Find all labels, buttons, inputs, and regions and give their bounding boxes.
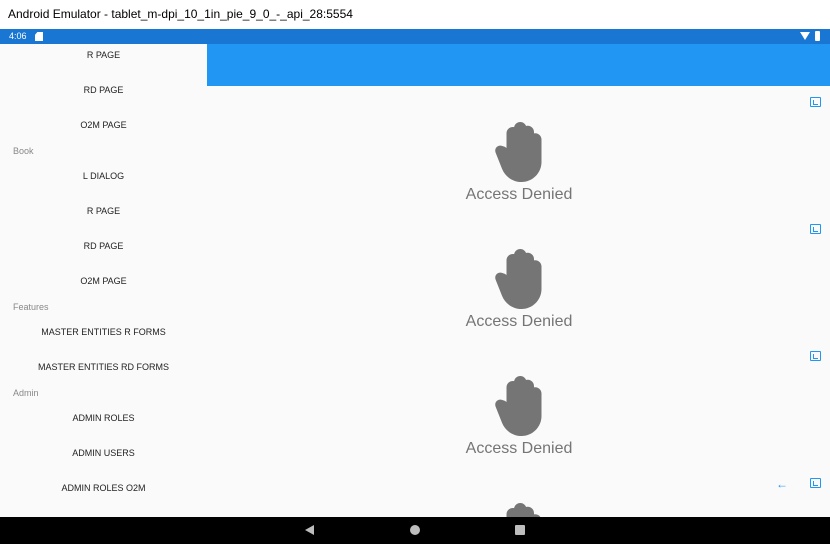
wifi-icon	[800, 32, 810, 40]
drawer-item-admin-users[interactable]: ADMIN USERS	[0, 448, 207, 468]
status-time: 4:06	[9, 31, 27, 41]
open-in-panel-icon[interactable]	[810, 478, 821, 488]
arrow-left-icon[interactable]: ←	[776, 477, 788, 491]
drawer-header-features: Features	[13, 302, 49, 312]
drawer-header-admin: Admin	[13, 388, 39, 398]
nav-back-icon[interactable]	[305, 525, 314, 535]
navigation-drawer[interactable]: R PAGE RD PAGE O2M PAGE Book L DIALOG R …	[0, 44, 207, 517]
nav-recents-icon[interactable]	[515, 525, 525, 535]
drawer-item-master-entities-rd-forms[interactable]: MASTER ENTITIES RD FORMS	[0, 362, 207, 382]
access-denied-text: Access Denied	[465, 313, 573, 330]
drawer-item-book-rd-page[interactable]: RD PAGE	[0, 241, 207, 261]
drawer-item-master-entities-r-forms[interactable]: MASTER ENTITIES R FORMS	[0, 327, 207, 347]
hand-stop-icon	[495, 122, 542, 182]
access-denied-panel: Access Denied	[440, 120, 598, 204]
drawer-item-book-r-page[interactable]: R PAGE	[0, 206, 207, 226]
drawer-item-book-o2m-page[interactable]: O2M PAGE	[0, 276, 207, 296]
drawer-item-o2m-page[interactable]: O2M PAGE	[0, 120, 207, 140]
access-denied-text: Access Denied	[465, 186, 573, 203]
battery-icon	[815, 31, 820, 41]
sd-card-icon	[35, 32, 43, 41]
hand-stop-icon	[506, 503, 541, 517]
status-bar: 4:06	[0, 29, 830, 44]
app-bar	[207, 44, 830, 86]
open-in-panel-icon[interactable]	[810, 97, 821, 107]
access-denied-text: Access Denied	[465, 440, 573, 457]
drawer-item-rd-page[interactable]: RD PAGE	[0, 85, 207, 105]
android-navigation-bar	[0, 517, 830, 544]
open-in-panel-icon[interactable]	[810, 224, 821, 234]
drawer-item-admin-roles[interactable]: ADMIN ROLES	[0, 413, 207, 433]
hand-stop-icon	[495, 376, 542, 436]
access-denied-panel-partial	[440, 501, 598, 517]
hand-stop-icon	[495, 249, 542, 309]
drawer-item-admin-roles-o2m[interactable]: ADMIN ROLES O2M	[0, 483, 207, 503]
access-denied-panel: Access Denied	[440, 374, 598, 458]
drawer-header-book: Book	[13, 146, 34, 156]
access-denied-panel: Access Denied	[440, 247, 598, 331]
drawer-item-l-dialog[interactable]: L DIALOG	[0, 171, 207, 191]
window-title: Android Emulator - tablet_m-dpi_10_1in_p…	[0, 0, 830, 29]
app-area: R PAGE RD PAGE O2M PAGE Book L DIALOG R …	[0, 44, 830, 517]
drawer-item-r-page[interactable]: R PAGE	[0, 50, 207, 70]
nav-home-icon[interactable]	[410, 525, 420, 535]
open-in-panel-icon[interactable]	[810, 351, 821, 361]
